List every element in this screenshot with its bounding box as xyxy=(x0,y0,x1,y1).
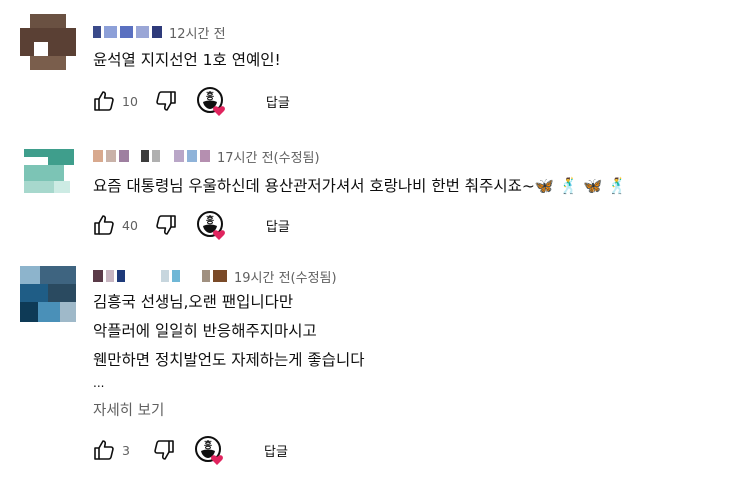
comment-line: 악플러에 일일히 반응해주지마시고 xyxy=(93,322,317,340)
comment-line: 요즘 대통령님 우울하신데 용산관저가셔서 호랑나비 한번 춰주시죠~🦋 🕺 🦋… xyxy=(93,177,627,195)
comment-timestamp[interactable]: 19시간 전(수정됨) xyxy=(234,267,337,286)
comment-1: 12시간 전 윤석열 지지선언 1호 연예인! 10 흥 답글 xyxy=(0,0,730,130)
like-button[interactable] xyxy=(90,211,118,239)
comment-actions: 3 흥 답글 xyxy=(90,434,288,466)
comment-timestamp[interactable]: 12시간 전 xyxy=(169,23,226,42)
thumbs-down-icon xyxy=(156,215,176,235)
like-button[interactable] xyxy=(90,87,118,115)
thumbs-up-icon xyxy=(94,440,114,460)
like-button[interactable] xyxy=(90,436,118,464)
censored-username xyxy=(93,26,101,38)
comment-line: 윤석열 지지선언 1호 연예인! xyxy=(93,51,281,69)
comment-line: 웬만하면 정치발언도 자제하는게 좋습니다 xyxy=(93,351,365,369)
thumbs-up-icon xyxy=(94,215,114,235)
avatar[interactable] xyxy=(20,14,76,70)
comment-3: 19시간 전(수정됨) 김흥국 선생님,오랜 팬입니다만 악플러에 일일히 반응… xyxy=(0,250,730,482)
comment-text: 김흥국 선생님,오랜 팬입니다만 악플러에 일일히 반응해주지마시고 웬만하면 … xyxy=(93,288,364,375)
dislike-button[interactable] xyxy=(152,211,180,239)
dislike-button[interactable] xyxy=(150,436,178,464)
thumbs-up-icon xyxy=(94,91,114,111)
comment-2: 17시간 전(수정됨) 요즘 대통령님 우울하신데 용산관저가셔서 호랑나비 한… xyxy=(0,130,730,250)
reply-button[interactable]: 답글 xyxy=(266,216,290,235)
creator-heart-icon: 흥 xyxy=(195,436,223,465)
comment-timestamp[interactable]: 17시간 전(수정됨) xyxy=(217,147,320,166)
comment-line: 김흥국 선생님,오랜 팬입니다만 xyxy=(93,293,294,311)
avatar[interactable] xyxy=(24,149,80,205)
comment-actions: 40 흥 답글 xyxy=(90,209,290,241)
like-count: 40 xyxy=(122,217,138,233)
read-more-link[interactable]: 자세히 보기 xyxy=(93,399,164,420)
comment-actions: 10 흥 답글 xyxy=(90,85,290,117)
comment-text: 요즘 대통령님 우울하신데 용산관저가셔서 호랑나비 한번 춰주시죠~🦋 🕺 🦋… xyxy=(93,172,627,201)
thumbs-down-icon xyxy=(154,440,174,460)
creator-heart-badge: 흥 xyxy=(196,210,226,240)
like-count: 10 xyxy=(122,93,138,109)
avatar[interactable] xyxy=(20,266,76,322)
like-count: 3 xyxy=(122,442,130,458)
comment-author-meta: 17시간 전(수정됨) xyxy=(93,146,320,166)
reply-button[interactable]: 답글 xyxy=(264,441,288,460)
comment-author-meta: 19시간 전(수정됨) xyxy=(93,266,337,286)
comment-author-meta: 12시간 전 xyxy=(93,22,226,42)
censored-username xyxy=(93,150,103,162)
svg-text:흥: 흥 xyxy=(206,90,214,102)
creator-heart-badge: 흥 xyxy=(194,435,224,465)
dislike-button[interactable] xyxy=(152,87,180,115)
creator-heart-icon: 흥 xyxy=(196,87,225,116)
thumbs-down-icon xyxy=(156,91,176,111)
svg-text:흥: 흥 xyxy=(204,439,212,451)
comment-ellipsis: ... xyxy=(93,376,105,390)
svg-text:흥: 흥 xyxy=(206,214,214,226)
creator-heart-badge: 흥 xyxy=(196,86,226,116)
reply-button[interactable]: 답글 xyxy=(266,92,290,111)
comment-text: 윤석열 지지선언 1호 연예인! xyxy=(93,46,281,75)
creator-heart-icon: 흥 xyxy=(196,211,225,240)
censored-username xyxy=(93,270,103,282)
